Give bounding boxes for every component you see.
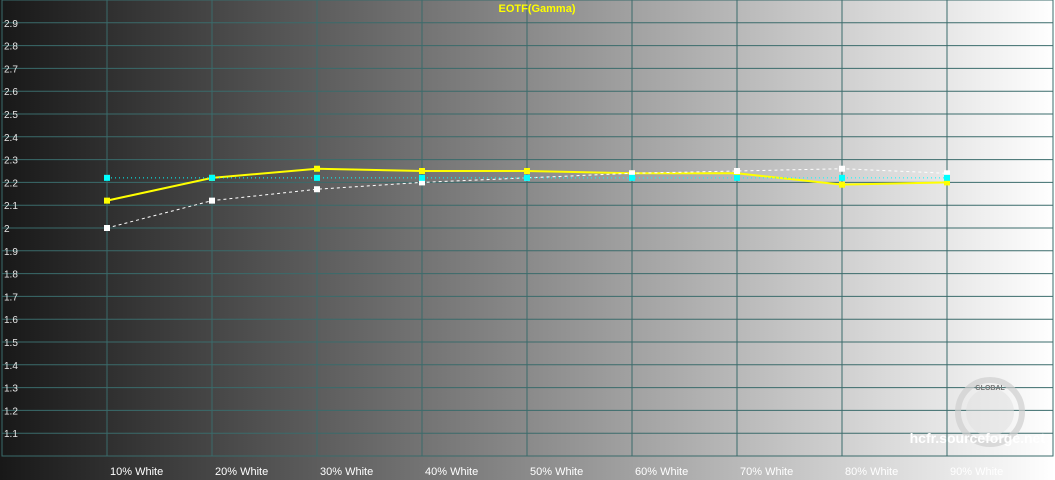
y-tick-label: 2.6 bbox=[4, 87, 18, 98]
x-tick-label: 20% White bbox=[215, 466, 268, 478]
x-tick-label: 10% White bbox=[110, 466, 163, 478]
y-tick-label: 2.8 bbox=[4, 42, 18, 53]
data-point bbox=[839, 174, 845, 181]
y-tick-label: 1.1 bbox=[4, 429, 18, 440]
data-point bbox=[209, 174, 215, 181]
x-tick-label: 60% White bbox=[635, 466, 688, 478]
logo-text: GLOBAL bbox=[975, 385, 1005, 392]
x-tick-label: 70% White bbox=[740, 466, 793, 478]
data-point bbox=[839, 181, 845, 188]
data-point bbox=[839, 165, 845, 172]
data-point bbox=[314, 165, 320, 172]
y-tick-label: 1.9 bbox=[4, 247, 18, 258]
y-tick-label: 2.7 bbox=[4, 64, 18, 75]
data-point bbox=[734, 168, 740, 174]
y-tick-label: 2.5 bbox=[4, 110, 18, 121]
data-point bbox=[629, 174, 635, 181]
x-tick-label: 50% White bbox=[530, 466, 583, 478]
y-tick-label: 1.2 bbox=[4, 406, 18, 417]
y-tick-label: 1.6 bbox=[4, 315, 18, 326]
data-point bbox=[419, 168, 425, 174]
y-tick-label: 2.2 bbox=[4, 178, 18, 189]
y-tick-label: 1.3 bbox=[4, 384, 18, 395]
data-point bbox=[734, 174, 740, 181]
y-tick-label: 2.9 bbox=[4, 19, 18, 30]
x-tick-label: 40% White bbox=[425, 466, 478, 478]
y-tick-label: 1.4 bbox=[4, 361, 18, 372]
y-tick-label: 2.1 bbox=[4, 201, 18, 212]
data-point bbox=[419, 174, 425, 181]
logo-disc bbox=[966, 388, 1014, 436]
x-axis-ticks: 10% White 20% White 30% White 40% White 50% … bbox=[110, 466, 1003, 478]
data-point bbox=[314, 186, 320, 193]
data-point bbox=[104, 174, 110, 181]
data-point bbox=[524, 168, 530, 174]
y-tick-label: 2 bbox=[4, 224, 10, 235]
y-tick-label: 2.4 bbox=[4, 133, 18, 144]
y-tick-label: 1.5 bbox=[4, 338, 18, 349]
grid-lines bbox=[1, 0, 1054, 457]
data-point bbox=[104, 225, 110, 231]
gamma-chart: 1.1 1.2 1.3 1.4 1.5 1.6 1.7 1.8 1.9 2 2.1 2.2 2.3 2.4… bbox=[0, 0, 1055, 480]
data-point bbox=[944, 174, 950, 181]
x-tick-label: 30% White bbox=[320, 466, 373, 478]
x-tick-label: 90% White bbox=[950, 466, 1003, 478]
data-point bbox=[524, 174, 530, 181]
y-tick-label: 2.3 bbox=[4, 156, 18, 167]
data-point bbox=[209, 197, 215, 204]
watermark-text: hcfr.sourceforge.net bbox=[910, 430, 1046, 446]
data-point bbox=[314, 174, 320, 181]
x-tick-label: 80% White bbox=[845, 466, 898, 478]
data-point bbox=[104, 197, 110, 204]
chart-title: EOTF(Gamma) bbox=[498, 3, 575, 15]
y-tick-label: 1.7 bbox=[4, 292, 18, 303]
y-tick-label: 1.8 bbox=[4, 270, 18, 281]
